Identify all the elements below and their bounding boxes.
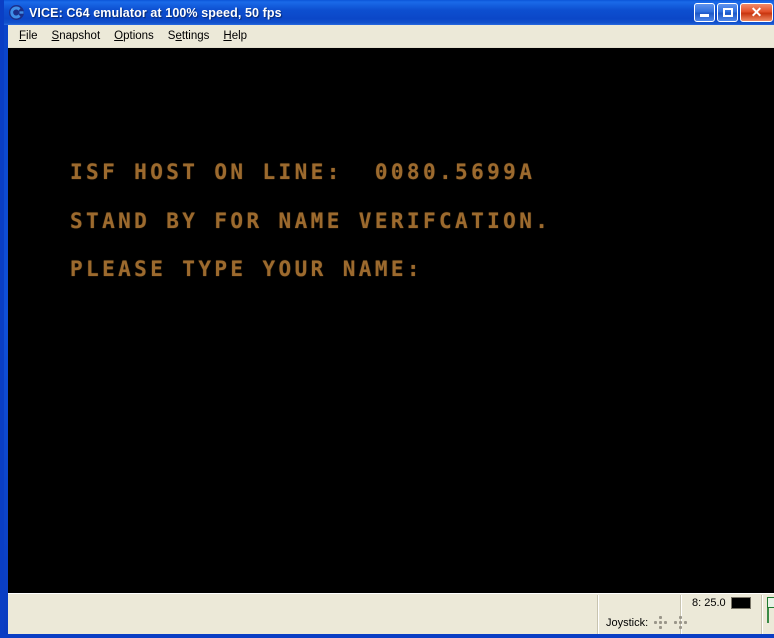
emulator-window: VICE: C64 emulator at 100% speed, 50 fps… — [0, 0, 774, 638]
menu-item-help[interactable]: Help — [216, 27, 254, 45]
status-bar: Joystick: 8: 25.0 — [8, 593, 774, 634]
maximize-button[interactable] — [717, 3, 738, 22]
close-button[interactable]: ✕ — [740, 3, 773, 22]
status-separator-3 — [761, 595, 763, 634]
vice-logo-icon — [8, 4, 25, 21]
joystick-port-2-icon[interactable] — [674, 616, 688, 630]
screen-line-3: PLEASE TYPE YOUR NAME: — [70, 257, 423, 281]
minimize-button[interactable] — [694, 3, 715, 22]
screen-line-2: STAND BY FOR NAME VERIFCATION. — [70, 209, 552, 233]
joystick-port-1-icon[interactable] — [654, 616, 668, 630]
joystick-label: Joystick: — [606, 617, 649, 629]
screen-line-1: ISF HOST ON LINE: 0080.5699A — [70, 160, 536, 184]
menu-item-options[interactable]: Options — [107, 27, 161, 45]
window-controls: ✕ — [694, 3, 773, 22]
drive-label: 8: 25.0 — [692, 597, 726, 609]
window-title: VICE: C64 emulator at 100% speed, 50 fps — [29, 5, 282, 20]
drive-status[interactable]: 8: 25.0 — [692, 597, 751, 609]
c64-screen: ISF HOST ON LINE: 0080.5699A STAND BY FO… — [8, 48, 774, 593]
menu-bar: File Snapshot Options Settings Help — [8, 25, 774, 48]
menu-item-settings[interactable]: Settings — [161, 27, 217, 45]
emulator-canvas[interactable]: ISF HOST ON LINE: 0080.5699A STAND BY FO… — [8, 48, 774, 593]
joystick-status[interactable]: Joystick: — [606, 616, 688, 630]
close-icon: ✕ — [750, 4, 763, 20]
menu-item-snapshot[interactable]: Snapshot — [45, 27, 108, 45]
title-bar[interactable]: VICE: C64 emulator at 100% speed, 50 fps… — [4, 0, 774, 25]
drive-led-icon — [730, 597, 751, 609]
status-separator-1 — [597, 595, 599, 634]
menu-item-file[interactable]: File — [12, 27, 45, 45]
